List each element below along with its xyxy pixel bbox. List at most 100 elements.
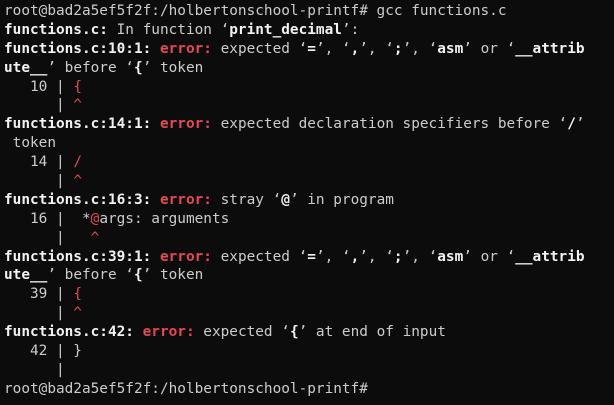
text-segment: ’, ‘: [402, 248, 438, 265]
caret-marker: {: [73, 286, 82, 303]
text-segment: {: [133, 59, 143, 76]
error-label: error:: [142, 324, 195, 341]
text-segment: ;: [393, 40, 403, 57]
text-segment: asm: [437, 40, 464, 57]
terminal-line: 16 | *@args: arguments: [4, 210, 614, 229]
terminal-line: 10 | {: [4, 78, 614, 97]
text-segment: 14 |: [4, 154, 74, 171]
terminal-line: 42 | }: [4, 342, 614, 361]
caret-marker: {: [73, 78, 82, 95]
text-segment: 16 | *: [4, 210, 91, 227]
terminal-line: functions.c:39:1: error: expected ‘=’, ‘…: [4, 248, 614, 267]
text-segment: asm: [437, 248, 464, 265]
text-segment: [134, 324, 143, 340]
terminal-line: functions.c: In function ‘print_decimal’…: [4, 21, 614, 40]
terminal-line: functions.c:42: error: expected ‘{’ at e…: [4, 323, 614, 342]
text-segment: ’:: [341, 21, 360, 38]
text-segment: __attrib: [515, 40, 585, 57]
text-segment: {: [133, 267, 143, 284]
text-segment: [151, 41, 160, 57]
text-segment: root@bad2a5ef5f2f:/holbertonschool-print…: [4, 3, 507, 19]
text-segment: functions.c:39:1:: [4, 248, 152, 265]
terminal-line: root@bad2a5ef5f2f:/holbertonschool-print…: [4, 2, 614, 21]
terminal-line: | ^: [4, 172, 614, 191]
text-segment: |: [4, 173, 74, 190]
text-segment: token: [4, 135, 56, 152]
caret-marker: ^: [73, 97, 82, 114]
text-segment: expected ‘: [211, 40, 308, 57]
terminal-line: |: [4, 361, 614, 380]
text-segment: functions.c:42:: [4, 324, 134, 341]
terminal-line: 39 | {: [4, 285, 614, 304]
text-segment: 42 | }: [4, 343, 82, 360]
caret-marker: @: [90, 210, 100, 227]
caret-marker: ^: [73, 173, 82, 190]
text-segment: expected declaration specifiers before ‘: [211, 116, 568, 133]
error-label: error:: [159, 248, 212, 265]
text-segment: @: [281, 191, 290, 208]
caret-marker: /: [73, 154, 82, 171]
text-segment: ’, ‘: [402, 40, 438, 57]
error-label: error:: [159, 40, 212, 57]
terminal-line: 14 | /: [4, 153, 614, 172]
text-segment: ute__: [4, 59, 48, 76]
text-segment: ,: [350, 40, 360, 57]
text-segment: ,: [350, 248, 360, 265]
text-segment: functions.c:: [4, 21, 108, 38]
text-segment: ’, ‘: [359, 248, 394, 265]
prompt-line: root@bad2a5ef5f2f:/holbertonschool-print…: [4, 380, 614, 399]
text-segment: ’: [575, 116, 585, 133]
text-segment: functions.c:10:1:: [4, 40, 152, 57]
terminal-line: ute__’ before ‘{’ token: [4, 59, 614, 78]
text-segment: ’ token: [142, 59, 204, 76]
text-segment: ’ or ‘: [463, 40, 516, 57]
text-segment: functions.c:14:1:: [4, 116, 152, 133]
text-segment: ’ before ‘: [47, 267, 134, 284]
terminal-line: functions.c:14:1: error: expected declar…: [4, 115, 614, 134]
text-segment: stray ‘: [211, 191, 282, 208]
caret-marker: ^: [90, 229, 100, 246]
terminal-line: functions.c:16:3: error: stray ‘@’ in pr…: [4, 191, 614, 210]
text-segment: =: [307, 248, 316, 265]
text-segment: ’, ‘: [315, 248, 351, 265]
text-segment: 10 |: [4, 78, 74, 95]
text-segment: ’, ‘: [359, 40, 394, 57]
terminal-line: functions.c:10:1: error: expected ‘=’, ‘…: [4, 40, 614, 59]
text-segment: |: [4, 229, 91, 246]
text-segment: ’ token: [142, 267, 204, 284]
text-segment: In function ‘: [107, 21, 230, 38]
text-segment: /: [567, 116, 576, 133]
terminal-line: | ^: [4, 96, 614, 115]
text-segment: |: [4, 361, 65, 378]
text-segment: print_decimal: [229, 21, 342, 38]
terminal-line: | ^: [4, 229, 614, 248]
text-segment: ’, ‘: [315, 40, 351, 57]
text-segment: ute__: [4, 267, 48, 284]
text-segment: ’ at end of input: [298, 324, 446, 341]
text-segment: [151, 249, 160, 265]
text-segment: expected ‘: [211, 248, 308, 265]
text-segment: __attrib: [515, 248, 585, 265]
text-segment: ’ before ‘: [47, 59, 134, 76]
text-segment: |: [4, 305, 74, 322]
terminal-window[interactable]: root@bad2a5ef5f2f:/holbertonschool-print…: [0, 0, 614, 405]
text-segment: ’ in program: [289, 191, 394, 208]
text-segment: args: arguments: [99, 210, 230, 227]
text-segment: =: [307, 40, 316, 57]
text-segment: {: [289, 324, 299, 341]
text-segment: functions.c:16:3:: [4, 191, 152, 208]
text-segment: [151, 192, 160, 208]
text-segment: root@bad2a5ef5f2f:/holbertonschool-print…: [4, 380, 377, 397]
terminal-line: | ^: [4, 304, 614, 323]
error-label: error:: [159, 191, 212, 208]
text-segment: 39 |: [4, 286, 74, 303]
text-segment: ’ or ‘: [463, 248, 516, 265]
text-segment: |: [4, 97, 74, 114]
terminal-line: ute__’ before ‘{’ token: [4, 266, 614, 285]
caret-marker: ^: [73, 305, 82, 322]
terminal-line: token: [4, 134, 614, 153]
text-segment: [151, 116, 160, 132]
text-segment: ;: [393, 248, 403, 265]
text-segment: expected ‘: [194, 324, 290, 341]
error-label: error:: [159, 116, 212, 133]
